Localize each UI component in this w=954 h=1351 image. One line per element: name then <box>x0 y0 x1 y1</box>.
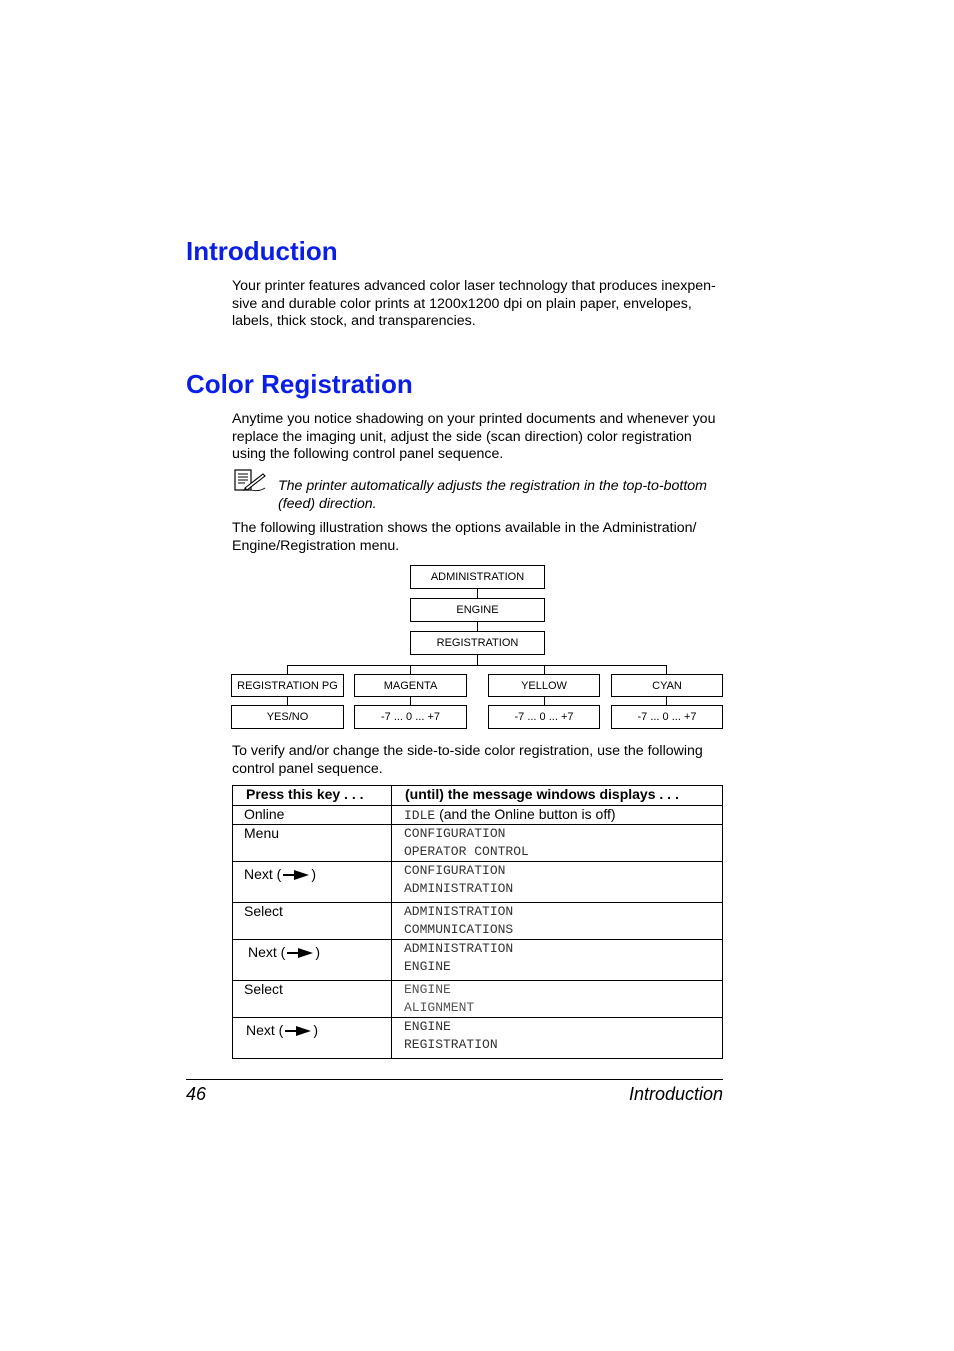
key-cell: Select <box>232 980 392 1018</box>
message-line: ENGINE <box>404 959 451 974</box>
right-arrow-icon <box>285 1026 312 1037</box>
key-label: Select <box>244 981 283 997</box>
key-label-suffix: ) <box>311 866 317 882</box>
message-cell: ENGINE ALIGNMENT <box>391 980 723 1018</box>
key-cell: Next () <box>232 939 392 981</box>
connector <box>287 665 667 666</box>
connector <box>287 697 288 705</box>
message-line: REGISTRATION <box>404 1037 498 1052</box>
heading-color-registration: Color Registration <box>186 369 413 399</box>
table-row: Online IDLE (and the Online button is of… <box>232 805 723 825</box>
connector <box>477 655 478 665</box>
message-line: ADMINISTRATION <box>404 881 514 896</box>
connector <box>477 622 478 631</box>
key-cell: Next () <box>232 1017 392 1059</box>
message-cell: CONFIGURATION OPERATOR CONTROL <box>391 824 723 862</box>
table-header-key: Press this key . . . <box>232 785 392 806</box>
diagram-option-cyan: CYAN <box>611 674 723 697</box>
diagram-node-administration: ADMINISTRATION <box>410 565 545 589</box>
message-note: (and the Online button is off) <box>435 806 616 822</box>
connector <box>544 697 545 705</box>
heading-introduction: Introduction <box>186 236 338 266</box>
diagram-node-engine: ENGINE <box>410 598 545 622</box>
table-row: Select ADMINISTRATION COMMUNICATIONS <box>232 902 723 940</box>
key-label-suffix: ) <box>313 1022 319 1038</box>
message-cell: IDLE (and the Online button is off) <box>391 805 723 825</box>
message-line: OPERATOR CONTROL <box>404 844 529 859</box>
note-text: The printer automatically adjusts the re… <box>278 478 707 512</box>
message-cell: ADMINISTRATION ENGINE <box>391 939 723 981</box>
footer-chapter-title: Introduction <box>628 1084 723 1104</box>
diagram-option-registration-pg: REGISTRATION PG <box>231 674 344 697</box>
message-line: ADMINISTRATION <box>404 941 514 956</box>
connector <box>287 665 288 674</box>
connector <box>544 665 545 674</box>
right-arrow-icon <box>287 948 314 959</box>
key-cell: Online <box>232 805 392 825</box>
message-line: ALIGNMENT <box>404 1000 475 1015</box>
key-cell: Next () <box>232 861 392 903</box>
key-label-suffix: ) <box>315 944 321 960</box>
key-cell: Select <box>232 902 392 940</box>
message-line: IDLE <box>404 808 436 823</box>
diagram-option-yellow: YELLOW <box>488 674 600 697</box>
connector <box>410 697 411 705</box>
intro-paragraph: Your printer features advanced color las… <box>232 278 716 330</box>
connector <box>477 589 478 598</box>
message-cell: ENGINE REGISTRATION <box>391 1017 723 1059</box>
diagram-node-registration: REGISTRATION <box>410 631 545 655</box>
illustration-intro-paragraph: The following illustration shows the opt… <box>232 520 697 554</box>
message-line: CONFIGURATION <box>404 826 506 841</box>
connector <box>666 665 667 674</box>
connector <box>666 697 667 705</box>
message-cell: ADMINISTRATION COMMUNICATIONS <box>391 902 723 940</box>
table-row: Select ENGINE ALIGNMENT <box>232 980 723 1018</box>
key-cell: Menu <box>232 824 392 862</box>
connector <box>410 665 411 674</box>
color-registration-paragraph: Anytime you notice shadowing on your pri… <box>232 411 716 463</box>
message-line: ADMINISTRATION <box>404 904 514 919</box>
table-header-message: (until) the message windows displays . .… <box>391 785 723 806</box>
diagram-value-magenta: -7 ... 0 ... +7 <box>354 705 467 729</box>
table-row: Next () ADMINISTRATION ENGINE <box>232 939 723 981</box>
right-arrow-icon <box>283 870 310 881</box>
table-row: Menu CONFIGURATION OPERATOR CONTROL <box>232 824 723 862</box>
diagram-value-cyan: -7 ... 0 ... +7 <box>611 705 723 729</box>
message-line: COMMUNICATIONS <box>404 922 514 937</box>
key-label: Next ( <box>246 1022 284 1038</box>
message-line: ENGINE <box>404 1019 451 1034</box>
diagram-value-yellow: -7 ... 0 ... +7 <box>488 705 600 729</box>
table-row: Next () ENGINE REGISTRATION <box>232 1017 723 1059</box>
key-label: Online <box>244 806 285 822</box>
note-pencil-icon <box>234 469 266 492</box>
key-label: Menu <box>244 825 280 841</box>
key-label: Select <box>244 903 283 919</box>
sequence-intro-paragraph: To verify and/or change the side-to-side… <box>232 743 703 777</box>
diagram-option-magenta: MAGENTA <box>354 674 467 697</box>
footer-rule <box>186 1079 723 1080</box>
message-line: ENGINE <box>404 982 451 997</box>
message-cell: CONFIGURATION ADMINISTRATION <box>391 861 723 903</box>
table-row: Next () CONFIGURATION ADMINISTRATION <box>232 861 723 903</box>
key-label: Next ( <box>248 944 286 960</box>
control-panel-sequence-table: Press this key . . . (until) the message… <box>232 785 723 1059</box>
diagram-value-registration-pg: YES/NO <box>231 705 344 729</box>
message-line: CONFIGURATION <box>404 863 506 878</box>
key-label: Next ( <box>244 866 282 882</box>
page-number: 46 <box>186 1084 207 1104</box>
